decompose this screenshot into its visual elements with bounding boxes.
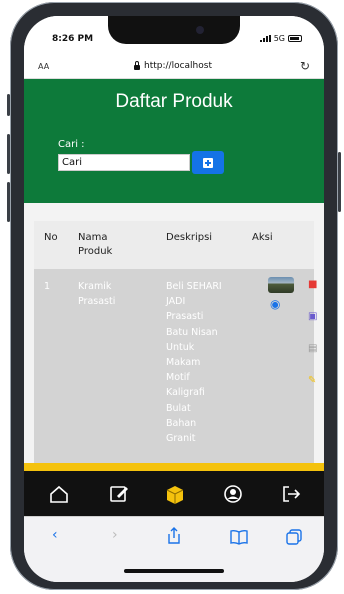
search-input[interactable]: [58, 154, 190, 171]
network-type: 5G: [273, 34, 285, 43]
phone-screen: 8:26 PM 5G AA http://localhost ↻ Daftar …: [24, 16, 324, 582]
status-time: 8:26 PM: [52, 34, 94, 44]
row-deskripsi: Beli SEHARI JADI Prasasti Batu Nisan Unt…: [166, 281, 222, 445]
battery-icon: [288, 35, 302, 42]
header-deskripsi: Deskripsi: [166, 232, 213, 243]
search-label: Cari :: [58, 139, 85, 150]
add-button[interactable]: [192, 151, 224, 174]
bottom-tab-bar: [24, 471, 324, 516]
bookmarks-icon[interactable]: [230, 529, 248, 545]
edit-icon[interactable]: ✎: [308, 375, 316, 386]
status-indicators: 5G: [259, 34, 302, 43]
row-nama-produk: Kramik Prasasti: [78, 281, 116, 308]
print-icon[interactable]: ▤: [308, 343, 317, 354]
header-aksi: Aksi: [252, 232, 273, 243]
product-table: No Nama Produk Deskripsi Aksi 1 Kramik P…: [24, 203, 324, 529]
trash-icon[interactable]: ■: [308, 279, 317, 290]
back-icon[interactable]: ‹: [52, 527, 58, 543]
eye-icon[interactable]: ◉: [270, 297, 280, 311]
safari-toolbar: ‹ ›: [24, 516, 324, 582]
home-icon[interactable]: [48, 483, 70, 505]
page-header: Daftar Produk Cari :: [24, 79, 324, 203]
box-icon[interactable]: [164, 483, 186, 505]
share-icon[interactable]: [166, 527, 182, 545]
reload-icon[interactable]: ↻: [300, 59, 310, 73]
reader-settings-button[interactable]: AA: [38, 62, 49, 71]
volume-down-button: [7, 182, 10, 222]
forward-icon: ›: [112, 527, 118, 543]
row-no: 1: [44, 281, 51, 292]
header-no: No: [44, 232, 58, 243]
url-display[interactable]: http://localhost: [134, 61, 212, 71]
lock-icon: [134, 61, 140, 70]
power-button: [338, 152, 341, 212]
mute-switch: [7, 94, 10, 116]
signal-icon: [259, 35, 271, 42]
active-tab-indicator: [24, 463, 324, 471]
camera: [196, 26, 204, 34]
clipboard-check-icon[interactable]: ▣: [308, 311, 317, 322]
tabs-icon[interactable]: [286, 529, 302, 545]
product-thumbnail[interactable]: [268, 277, 294, 293]
table-header: No Nama Produk Deskripsi Aksi: [34, 221, 314, 273]
notch: [108, 16, 240, 44]
header-nama-produk: Nama Produk: [78, 232, 113, 257]
edit-square-icon[interactable]: [108, 483, 130, 505]
url-text: http://localhost: [144, 61, 212, 71]
user-circle-icon[interactable]: [222, 483, 244, 505]
address-bar[interactable]: AA http://localhost ↻: [24, 56, 324, 79]
plus-square-icon: [203, 158, 213, 168]
page-title: Daftar Produk: [115, 91, 233, 112]
home-indicator: [124, 569, 224, 573]
sign-out-icon[interactable]: [280, 483, 302, 505]
volume-up-button: [7, 134, 10, 174]
